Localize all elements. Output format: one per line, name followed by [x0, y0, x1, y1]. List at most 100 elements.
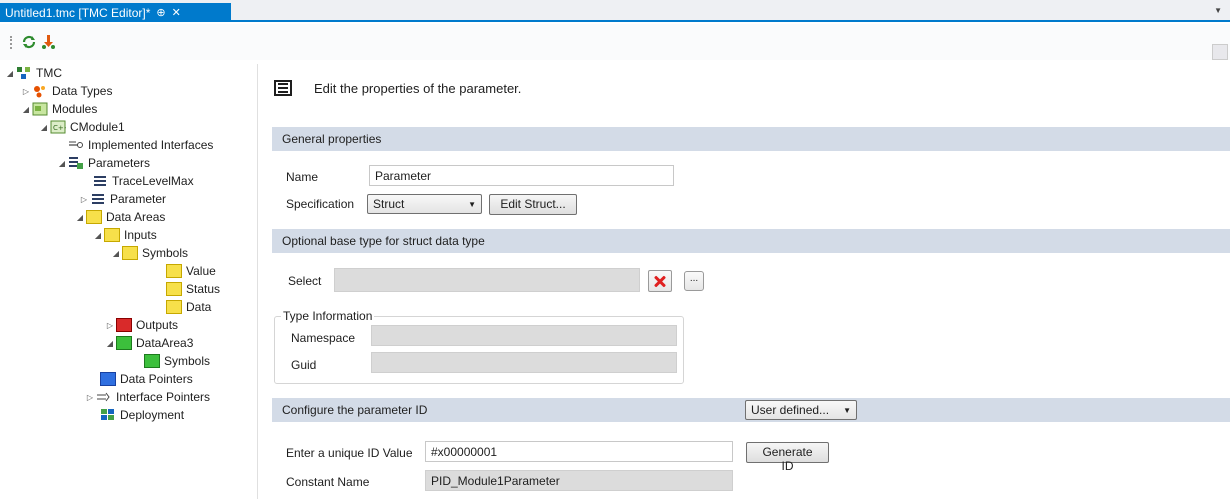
guid-label: Guid	[291, 358, 317, 372]
tree-node-label: Data Types	[52, 84, 113, 98]
tab-overflow-icon[interactable]: ▼	[1214, 6, 1222, 15]
tree-node-status[interactable]: Status	[166, 280, 220, 298]
expand-icon[interactable]: ▷	[84, 393, 96, 402]
tree-node-label: Inputs	[124, 228, 157, 242]
interface-pointer-icon	[96, 390, 112, 404]
data-pointers-icon	[100, 372, 116, 386]
section-general-properties: General properties	[272, 127, 1230, 151]
expand-icon[interactable]: ▷	[78, 195, 90, 204]
tree-node-label: Parameters	[88, 156, 151, 170]
update-button[interactable]	[40, 33, 58, 51]
clear-icon[interactable]	[648, 270, 672, 292]
tree-node-deployment[interactable]: Deployment	[100, 406, 184, 424]
toolbar-overflow[interactable]	[1212, 44, 1228, 60]
panel-header: Edit the properties of the parameter.	[314, 81, 522, 96]
tree-node-label: Outputs	[136, 318, 179, 332]
tree-node-label: Deployment	[120, 408, 185, 422]
tree-node-label: Interface Pointers	[116, 390, 211, 404]
parameter-icon	[274, 80, 292, 96]
tree-node-tracelevelmax[interactable]: TraceLevelMax	[92, 172, 194, 190]
name-input[interactable]	[369, 165, 674, 186]
symbols-icon	[144, 354, 160, 368]
tree-node-implemented-interfaces[interactable]: Implemented Interfaces	[56, 136, 213, 154]
name-label: Name	[286, 170, 319, 184]
tree-node-value[interactable]: Value	[166, 262, 216, 280]
id-value-input[interactable]	[425, 441, 733, 462]
document-tab[interactable]: Untitled1.tmc [TMC Editor]* ⊕ ✕	[0, 3, 231, 22]
collapse-icon[interactable]: ◢	[38, 123, 50, 132]
close-icon[interactable]: ✕	[172, 6, 181, 19]
tree-node-inputs[interactable]: ◢ Inputs	[92, 226, 157, 244]
collapse-icon[interactable]: ◢	[74, 213, 86, 222]
tree-node-data[interactable]: Data	[166, 298, 211, 316]
tree-node-dataarea3[interactable]: ◢ DataArea3	[104, 334, 193, 352]
tree-node-modules[interactable]: ◢ Modules	[20, 100, 97, 118]
tree-node-label: TMC	[36, 66, 62, 80]
edit-struct-button[interactable]: Edit Struct...	[489, 194, 577, 215]
tree-node-label: Parameter	[110, 192, 167, 206]
update-icon	[42, 35, 55, 49]
data-types-icon	[32, 84, 48, 98]
expand-icon[interactable]: ▷	[104, 321, 116, 330]
tree-node-label: Value	[186, 264, 216, 278]
tree-node-label: Data	[186, 300, 212, 314]
specification-select[interactable]: Struct ▼	[367, 194, 482, 214]
data-areas-icon	[86, 210, 102, 224]
expand-icon[interactable]: ▷	[20, 87, 32, 96]
tree-node-label: Data Areas	[106, 210, 166, 224]
symbol-icon	[166, 282, 182, 296]
tree-node-label: DataArea3	[136, 336, 194, 350]
properties-panel: Edit the properties of the parameter. Ge…	[260, 64, 1230, 499]
tree-node-symbols-dataarea3[interactable]: Symbols	[144, 352, 210, 370]
deployment-icon	[100, 408, 116, 422]
parameters-icon	[68, 156, 84, 170]
refresh-icon	[22, 35, 36, 49]
tree-node-label: Data Pointers	[120, 372, 193, 386]
tree-node-data-types[interactable]: ▷ Data Types	[20, 82, 113, 100]
collapse-icon[interactable]: ◢	[56, 159, 68, 168]
select-label: Select	[288, 274, 322, 288]
pin-icon[interactable]: ⊕	[156, 6, 165, 19]
symbols-icon	[122, 246, 138, 260]
tmc-icon	[16, 66, 32, 80]
base-type-field	[334, 268, 640, 292]
dataarea-icon	[116, 336, 132, 350]
collapse-icon[interactable]: ◢	[4, 69, 16, 78]
tree-node-label: CModule1	[70, 120, 125, 134]
outputs-icon	[116, 318, 132, 332]
svg-text:C++: C++	[53, 124, 66, 132]
id-mode-value: User defined...	[751, 403, 830, 417]
generate-id-button[interactable]: Generate ID	[746, 442, 829, 473]
guid-field	[371, 352, 677, 373]
tree-node-symbols-inputs[interactable]: ◢ Symbols	[110, 244, 188, 262]
tree-node-parameter[interactable]: ▷ Parameter	[78, 190, 166, 208]
collapse-icon[interactable]: ◢	[110, 249, 122, 258]
document-tab-title: Untitled1.tmc [TMC Editor]*	[5, 5, 151, 20]
tree-node-data-pointers[interactable]: Data Pointers	[100, 370, 193, 388]
collapse-icon[interactable]: ◢	[20, 105, 32, 114]
tree-node-interface-pointers[interactable]: ▷ Interface Pointers	[84, 388, 210, 406]
constant-name-field: PID_Module1Parameter	[425, 470, 733, 491]
chevron-down-icon: ▼	[468, 199, 476, 209]
id-value-label: Enter a unique ID Value	[286, 446, 413, 460]
browse-button[interactable]: ...	[684, 271, 704, 291]
type-information-legend: Type Information	[281, 309, 375, 323]
inputs-icon	[104, 228, 120, 242]
collapse-icon[interactable]: ◢	[92, 231, 104, 240]
tree-node-outputs[interactable]: ▷ Outputs	[104, 316, 178, 334]
tree-node-data-areas[interactable]: ◢ Data Areas	[74, 208, 165, 226]
module-icon: C++	[50, 120, 70, 134]
collapse-icon[interactable]: ◢	[104, 339, 116, 348]
tree-node-label: Implemented Interfaces	[88, 138, 214, 152]
tree-node-parameters[interactable]: ◢ Parameters	[56, 154, 150, 172]
tree-node-label: Symbols	[142, 246, 189, 260]
tree-node-cmodule1[interactable]: ◢ C++ CModule1	[38, 118, 125, 136]
document-tab-strip: Untitled1.tmc [TMC Editor]* ⊕ ✕ ▼	[0, 0, 1230, 22]
namespace-label: Namespace	[291, 331, 356, 345]
toolbar	[0, 24, 1230, 60]
refresh-button[interactable]	[20, 33, 38, 51]
parameter-icon	[92, 174, 108, 188]
symbol-icon	[166, 300, 182, 314]
tree-node-tmc[interactable]: ◢ TMC	[4, 64, 62, 82]
id-mode-select[interactable]: User defined... ▼	[745, 400, 857, 420]
